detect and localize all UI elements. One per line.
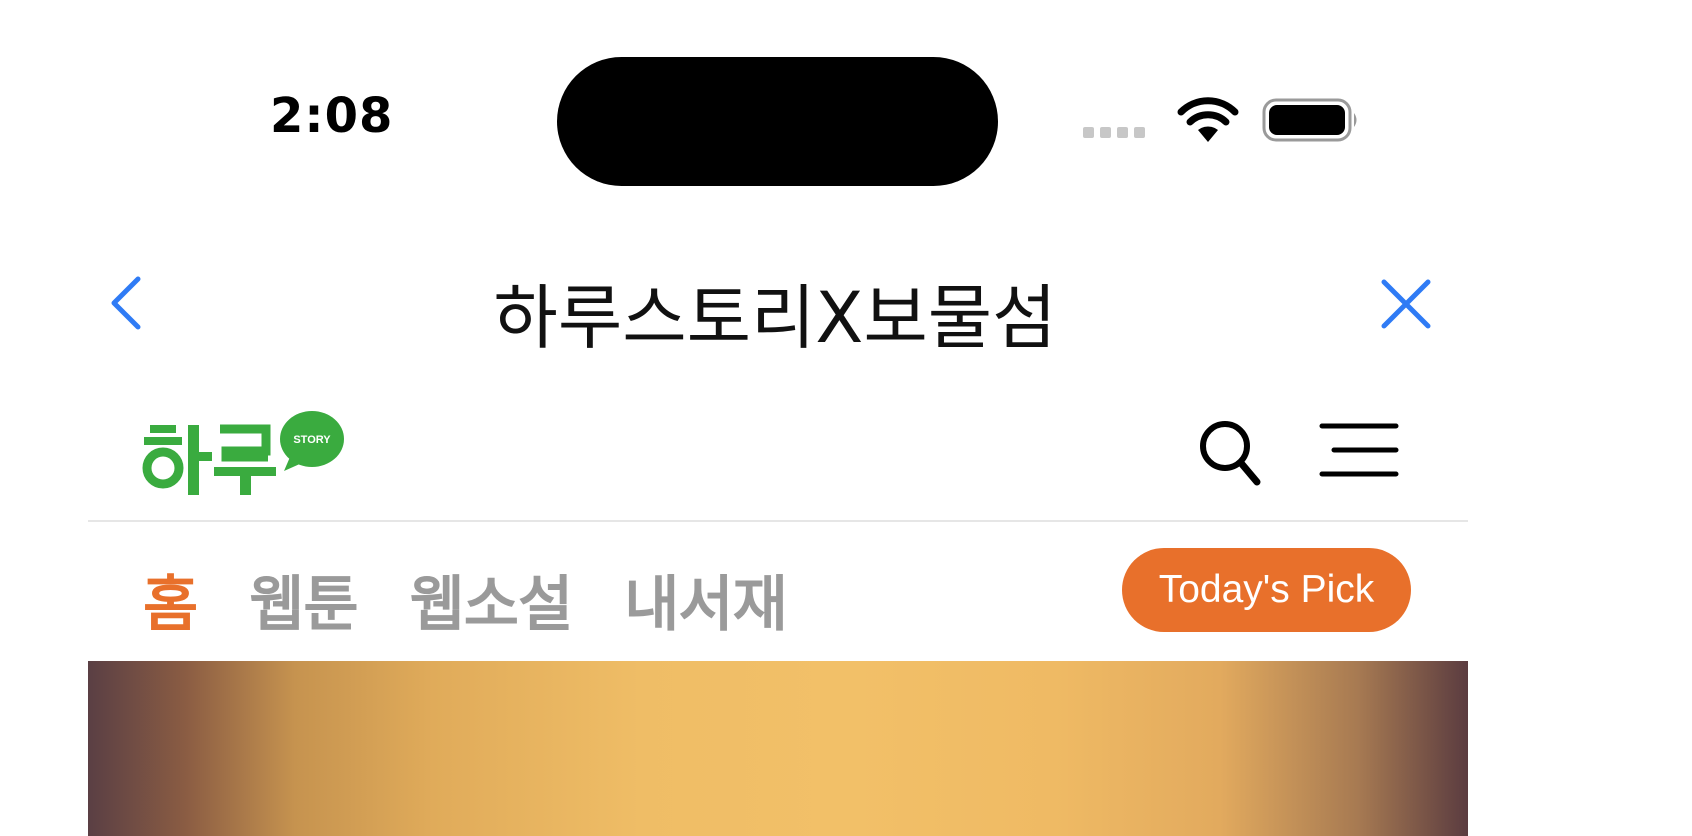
- search-button[interactable]: [1195, 418, 1265, 488]
- tab-home[interactable]: 홈: [143, 556, 198, 643]
- todays-pick-button[interactable]: Today's Pick: [1122, 548, 1411, 632]
- tab-webnovel[interactable]: 웹소설: [410, 556, 574, 643]
- main-tabs: 홈 웹툰 웹소설 내서재: [143, 556, 788, 643]
- svg-text:STORY: STORY: [293, 434, 331, 446]
- cellular-signal-icon: [1083, 127, 1145, 138]
- header-divider: [88, 520, 1468, 522]
- hamburger-menu-button[interactable]: [1318, 420, 1400, 480]
- status-time: 2:08: [270, 88, 394, 144]
- battery-icon: [1262, 98, 1357, 142]
- dynamic-island: [557, 57, 998, 186]
- hero-banner[interactable]: [88, 661, 1468, 836]
- wifi-icon: [1177, 97, 1239, 142]
- haru-story-logo[interactable]: STORY: [140, 405, 350, 500]
- close-button[interactable]: [1380, 278, 1432, 330]
- tab-my-library[interactable]: 내서재: [624, 556, 788, 643]
- page-title: 하루스토리X보물섬: [493, 277, 1057, 359]
- tab-webtoon[interactable]: 웹툰: [249, 556, 358, 643]
